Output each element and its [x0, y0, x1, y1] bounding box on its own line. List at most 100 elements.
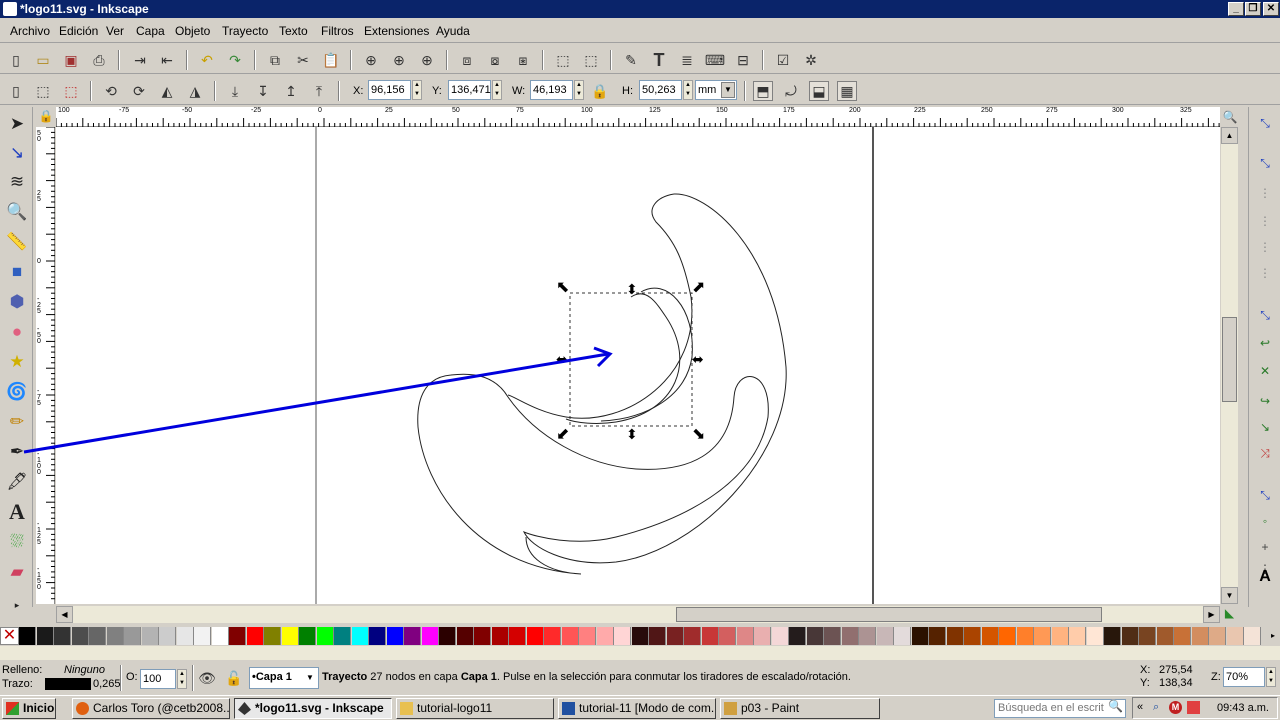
- color-swatch[interactable]: [859, 627, 876, 645]
- color-swatch[interactable]: [1051, 627, 1069, 645]
- fill-stroke-icon[interactable]: ✎: [621, 50, 641, 70]
- lock-ratio-icon[interactable]: 🔒: [590, 81, 610, 101]
- scroll-down-icon[interactable]: ▼: [1221, 587, 1238, 604]
- color-swatch[interactable]: [561, 627, 579, 645]
- zoom-tool-icon[interactable]: 🔍: [4, 199, 30, 225]
- color-swatch[interactable]: [911, 627, 929, 645]
- snap-bbox-corner-icon[interactable]: ⋮: [1255, 211, 1275, 231]
- chevron-down-icon[interactable]: ▼: [303, 669, 317, 687]
- color-managed-icon[interactable]: ◣: [1221, 606, 1238, 623]
- zoom-page-icon[interactable]: ⊕: [417, 50, 437, 70]
- scroll-right-icon[interactable]: ▶: [1203, 606, 1220, 623]
- snap-bbox-icon[interactable]: ⤡: [1255, 153, 1275, 173]
- snap-midpoint-icon[interactable]: ⤨: [1255, 443, 1275, 463]
- color-swatch[interactable]: [281, 627, 299, 645]
- select-all-layers-icon[interactable]: ⬚: [33, 81, 53, 101]
- zoom-drawing-icon[interactable]: ⊕: [389, 50, 409, 70]
- pencil-tool-icon[interactable]: ✏: [4, 409, 30, 435]
- snap-nodes-icon[interactable]: ⤡: [1255, 305, 1275, 325]
- flip-vertical-icon[interactable]: ◮: [185, 81, 205, 101]
- color-swatch[interactable]: [649, 627, 666, 645]
- menu-filtros[interactable]: Filtros: [321, 24, 354, 38]
- measure-tool-icon[interactable]: 📏: [4, 229, 30, 255]
- align-distribute-icon[interactable]: ⊟: [733, 50, 753, 70]
- color-swatch[interactable]: [824, 627, 841, 645]
- redo-icon[interactable]: ↷: [225, 50, 245, 70]
- color-swatch[interactable]: [19, 627, 36, 645]
- w-field[interactable]: 46,193: [530, 80, 573, 100]
- color-swatch[interactable]: [404, 627, 421, 645]
- vertical-scroll-thumb[interactable]: [1222, 317, 1237, 402]
- color-swatch[interactable]: [1139, 627, 1156, 645]
- stroke-swatch[interactable]: [45, 678, 91, 690]
- layer-lock-icon[interactable]: 🔓: [224, 668, 244, 688]
- opacity-spinner[interactable]: ▲ ▼: [177, 669, 187, 689]
- color-swatch[interactable]: [631, 627, 649, 645]
- color-swatch[interactable]: [491, 627, 509, 645]
- color-swatch[interactable]: [386, 627, 404, 645]
- calligraphy-tool-icon[interactable]: 🖋: [4, 469, 30, 495]
- zoom-corner-icon[interactable]: 🔍: [1220, 107, 1240, 127]
- color-swatch[interactable]: [369, 627, 386, 645]
- close-button[interactable]: ✕: [1263, 2, 1279, 16]
- drawing-canvas[interactable]: ⬉ ⬍ ⬈ ⬌ ⬌ ⬋ ⬍ ⬊: [56, 127, 1220, 604]
- snap-rotation-center-icon[interactable]: +: [1255, 537, 1275, 557]
- color-swatch[interactable]: [229, 627, 246, 645]
- y-field[interactable]: 136,471: [448, 80, 491, 100]
- snap-smooth-icon[interactable]: ↘: [1255, 417, 1275, 437]
- transform-patterns-icon[interactable]: ▦: [837, 81, 857, 101]
- scale-stroke-icon[interactable]: ⬒: [753, 81, 773, 101]
- color-swatch[interactable]: [106, 627, 124, 645]
- preferences-icon[interactable]: ✲: [801, 50, 821, 70]
- menu-ver[interactable]: Ver: [106, 24, 124, 38]
- color-swatch[interactable]: [176, 627, 194, 645]
- desktop-search-input[interactable]: Búsqueda en el escrit: [994, 699, 1126, 718]
- text-font-icon[interactable]: T: [649, 50, 669, 70]
- spray-tool-icon[interactable]: ⛆: [4, 529, 30, 555]
- save-icon[interactable]: ▣: [61, 50, 81, 70]
- transform-gradients-icon[interactable]: ⬓: [809, 81, 829, 101]
- start-button[interactable]: Inicio: [2, 698, 56, 719]
- h-field[interactable]: 50,263: [639, 80, 682, 100]
- h-spinner[interactable]: ▲ ▼: [683, 80, 693, 100]
- snap-text-icon[interactable]: A: [1255, 567, 1275, 587]
- star-tool-icon[interactable]: ★: [4, 349, 30, 375]
- new-document-icon[interactable]: ▯: [6, 50, 26, 70]
- color-swatch[interactable]: [54, 627, 71, 645]
- color-swatch[interactable]: [684, 627, 701, 645]
- palette-scrollbar[interactable]: [0, 646, 1280, 660]
- color-swatch[interactable]: [929, 627, 946, 645]
- export-icon[interactable]: ⇤: [157, 50, 177, 70]
- ungroup-icon[interactable]: ⬚: [581, 50, 601, 70]
- color-swatch[interactable]: [124, 627, 141, 645]
- snap-path-icon[interactable]: ↩: [1255, 333, 1275, 353]
- color-swatch[interactable]: [211, 627, 229, 645]
- color-swatch[interactable]: [1104, 627, 1121, 645]
- copy-icon[interactable]: ⧉: [265, 50, 285, 70]
- paste-icon[interactable]: 📋: [321, 50, 341, 70]
- color-swatch[interactable]: [894, 627, 911, 645]
- color-swatch[interactable]: [771, 627, 789, 645]
- rotate-cw-icon[interactable]: ⟳: [129, 81, 149, 101]
- xml-editor-icon[interactable]: ⌨: [705, 50, 725, 70]
- snap-bbox-center-icon[interactable]: ⋮: [1255, 263, 1275, 283]
- flip-horizontal-icon[interactable]: ◭: [157, 81, 177, 101]
- tray-expand-icon[interactable]: «: [1137, 701, 1143, 713]
- restore-button[interactable]: ❐: [1245, 2, 1261, 16]
- zoom-spinner[interactable]: ▲ ▼: [1266, 667, 1276, 687]
- color-swatch[interactable]: [439, 627, 456, 645]
- color-swatch[interactable]: [1121, 627, 1139, 645]
- color-swatch[interactable]: [194, 627, 211, 645]
- unit-select[interactable]: mm ▼: [695, 80, 737, 100]
- color-swatch[interactable]: [1244, 627, 1261, 645]
- color-swatch[interactable]: [719, 627, 736, 645]
- raise-icon[interactable]: ↥: [281, 81, 301, 101]
- color-swatch[interactable]: [999, 627, 1016, 645]
- color-swatch[interactable]: [754, 627, 771, 645]
- deselect-icon[interactable]: ⬚: [61, 81, 81, 101]
- undo-icon[interactable]: ↶: [197, 50, 217, 70]
- menu-extensiones[interactable]: Extensiones: [364, 24, 429, 38]
- duplicate-icon[interactable]: ⧈: [457, 50, 477, 70]
- color-swatch[interactable]: [334, 627, 351, 645]
- menu-edicion[interactable]: Edición: [59, 24, 98, 38]
